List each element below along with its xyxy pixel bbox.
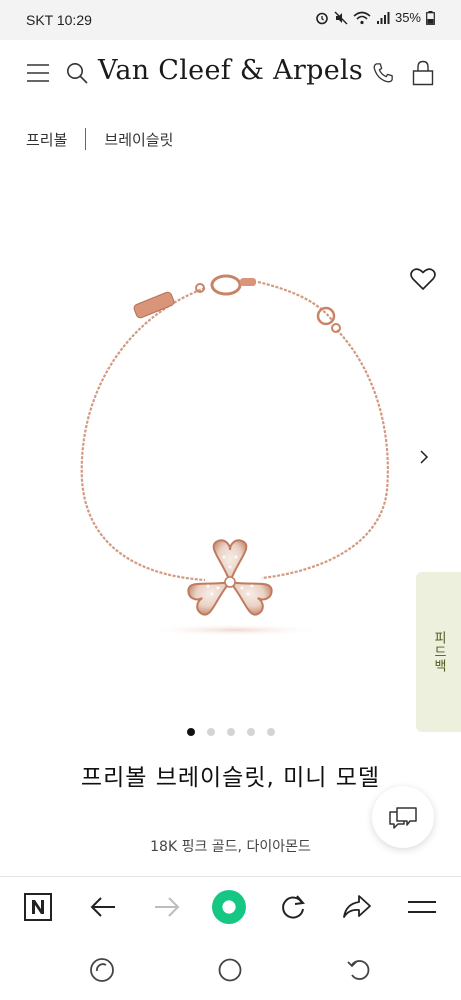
browser-menu-icon[interactable] (405, 890, 439, 924)
carousel-dots (0, 728, 461, 736)
green-dot-icon[interactable] (212, 890, 246, 924)
shopping-bag-icon[interactable] (410, 60, 436, 86)
alarm-icon (316, 12, 328, 24)
breadcrumb: 프리볼 브레이슬릿 (26, 128, 173, 150)
menu-icon[interactable] (25, 60, 51, 86)
product-image (80, 274, 389, 636)
signal-icon (376, 11, 390, 24)
wifi-icon (353, 11, 371, 24)
chat-button[interactable] (372, 786, 434, 848)
carousel-dot-5[interactable] (266, 728, 275, 736)
site-header: Van Cleef & Arpels (0, 40, 461, 112)
chat-bubbles-icon (389, 807, 417, 829)
carousel-dot-4[interactable] (246, 728, 255, 736)
home-icon[interactable] (216, 956, 244, 984)
system-back-icon[interactable] (345, 956, 373, 984)
back-arrow-icon[interactable] (86, 890, 120, 924)
recent-apps-icon[interactable] (88, 956, 116, 984)
breadcrumb-divider (85, 128, 87, 150)
share-icon[interactable] (340, 890, 374, 924)
browser-toolbar (0, 876, 461, 938)
naver-home-icon[interactable] (21, 890, 55, 924)
carousel-dot-2[interactable] (206, 728, 215, 736)
phone-icon[interactable] (370, 60, 396, 86)
system-nav-bar (0, 938, 461, 1000)
brand-logo[interactable]: Van Cleef & Arpels (98, 55, 363, 86)
carrier-time: SKT 10:29 (26, 12, 92, 28)
feedback-tab-label: 피드백 (431, 631, 446, 673)
status-bar: SKT 10:29 35% (0, 0, 461, 40)
wishlist-heart-icon[interactable] (410, 267, 436, 293)
battery-icon (426, 10, 435, 25)
battery-percent: 35% (394, 10, 421, 25)
refresh-icon[interactable] (276, 890, 310, 924)
status-icons: 35% (315, 10, 435, 25)
carousel-next-chevron-icon[interactable] (416, 448, 432, 466)
carousel-dot-1[interactable] (186, 728, 195, 736)
breadcrumb-item-bracelet[interactable]: 브레이슬릿 (104, 129, 173, 150)
breadcrumb-item-frivole[interactable]: 프리볼 (26, 129, 67, 150)
carousel-dot-3[interactable] (226, 728, 235, 736)
forward-arrow-icon[interactable] (150, 890, 184, 924)
mute-icon (334, 11, 348, 24)
search-icon[interactable] (64, 60, 90, 86)
feedback-tab[interactable]: 피드백 (416, 572, 461, 732)
product-image-carousel[interactable] (0, 170, 461, 710)
